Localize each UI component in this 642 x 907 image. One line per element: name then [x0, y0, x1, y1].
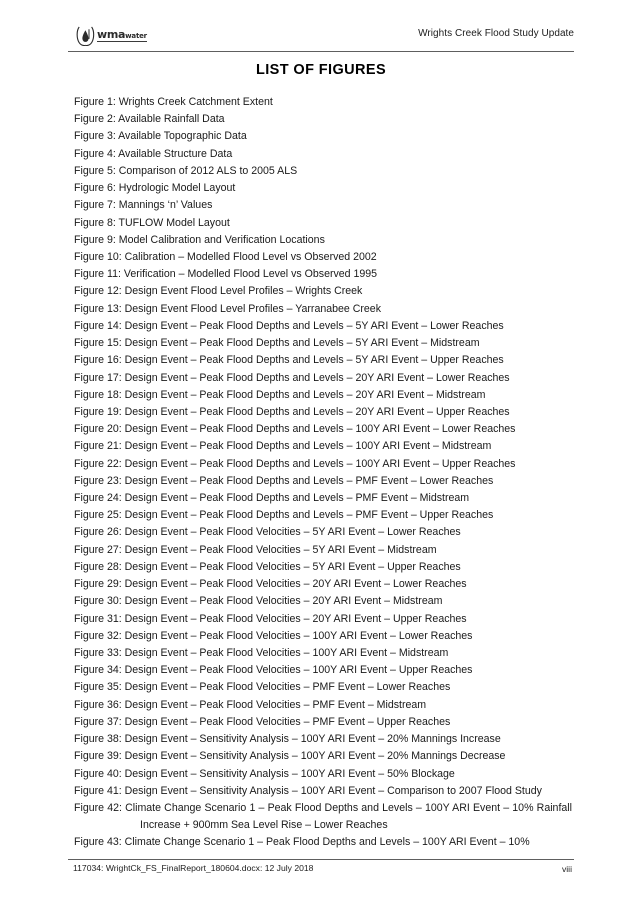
header-divider — [68, 51, 574, 52]
figure-list-item: Figure 21: Design Event – Peak Flood Dep… — [74, 440, 492, 453]
figure-list-item: Figure 29: Design Event – Peak Flood Vel… — [74, 578, 467, 591]
figure-list-item: Figure 9: Model Calibration and Verifica… — [74, 233, 325, 246]
figure-list-item: Figure 38: Design Event – Sensitivity An… — [74, 733, 501, 746]
figure-list-item: Figure 28: Design Event – Peak Flood Vel… — [74, 560, 461, 573]
figure-list-item: Figure 16: Design Event – Peak Flood Dep… — [74, 354, 504, 367]
company-logo: wma water — [76, 24, 147, 46]
logo-text-primary: wma — [97, 27, 126, 41]
logo-text-secondary: water — [125, 31, 147, 40]
figure-list-item: Figure 25: Design Event – Peak Flood Dep… — [74, 509, 494, 522]
figure-list-item: Figure 31: Design Event – Peak Flood Vel… — [74, 612, 467, 625]
figure-list-item: Figure 33: Design Event – Peak Flood Vel… — [74, 647, 449, 659]
header-document-title: Wrights Creek Flood Study Update — [418, 28, 574, 39]
figure-list-item: Figure 23: Design Event – Peak Flood Dep… — [74, 474, 494, 487]
figure-list-item: Figure 26: Design Event – Peak Flood Vel… — [74, 526, 461, 539]
figure-list-item: Figure 35: Design Event – Peak Flood Vel… — [74, 681, 451, 694]
figure-list-item: Figure 14: Design Event – Peak Flood Dep… — [74, 319, 504, 332]
figure-list-item: Figure 11: Verification – Modelled Flood… — [74, 268, 378, 281]
figure-list-item: Figure 30: Design Event – Peak Flood Vel… — [74, 595, 443, 608]
figure-list-item: Figure 41: Design Event – Sensitivity An… — [74, 784, 542, 797]
figure-list-item: Figure 43: Climate Change Scenario 1 – P… — [74, 836, 530, 849]
document-page: wma water Wrights Creek Flood Study Updat… — [0, 0, 642, 907]
figure-list-item: Figure 5: Comparison of 2012 ALS to 2005… — [74, 164, 298, 177]
page-footer: 117034: WrightCk_FS_FinalReport_180604.d… — [68, 863, 574, 879]
figure-list-item: Figure 39: Design Event – Sensitivity An… — [74, 750, 506, 763]
figure-list-item: Figure 3: Available Topographic Data — [74, 130, 247, 143]
figure-list-item: Figure 8: TUFLOW Model Layout — [74, 216, 230, 229]
figure-list-item: Figure 42: Climate Change Scenario 1 – P… — [74, 801, 572, 832]
figure-list-item: Figure 17: Design Event – Peak Flood Dep… — [74, 371, 510, 384]
figure-list-item: Figure 2: Available Rainfall Data — [74, 113, 225, 126]
figure-list-item: Figure 10: Calibration – Modelled Flood … — [74, 250, 377, 263]
figure-list-item: Figure 36: Design Event – Peak Flood Vel… — [74, 698, 427, 711]
figure-list-item: Figure 15: Design Event – Peak Flood Dep… — [74, 337, 480, 350]
figure-list-item: Figure 7: Mannings ‘n’ Values — [74, 199, 213, 212]
logo-wordmark: wma water — [97, 29, 147, 42]
figure-list-item: Figure 27: Design Event – Peak Flood Vel… — [74, 543, 437, 556]
footer-divider — [68, 859, 574, 860]
figure-list-item: Figure 12: Design Event Flood Level Prof… — [74, 285, 363, 298]
figure-list-item: Figure 19: Design Event – Peak Flood Dep… — [74, 405, 510, 418]
figure-list-item: Figure 4: Available Structure Data — [74, 147, 233, 160]
figure-list-item: Figure 6: Hydrologic Model Layout — [74, 182, 236, 195]
figure-list-item: Figure 34: Design Event – Peak Flood Vel… — [74, 664, 473, 677]
page-title: LIST OF FIGURES — [255, 62, 387, 78]
figure-list-item: Figure 1: Wrights Creek Catchment Extent — [74, 96, 273, 108]
figure-list-item: Figure 22: Design Event – Peak Flood Dep… — [74, 457, 516, 470]
figure-list-item: Figure 20: Design Event – Peak Flood Dep… — [74, 423, 516, 436]
page-header: wma water Wrights Creek Flood Study Updat… — [68, 22, 574, 54]
figure-list-item: Figure 13: Design Event Flood Level Prof… — [74, 302, 381, 315]
figure-list-item: Figure 18: Design Event – Peak Flood Dep… — [74, 388, 486, 401]
figure-list-item: Figure 40: Design Event – Sensitivity An… — [74, 767, 455, 780]
figure-list-item: Figure 24: Design Event – Peak Flood Dep… — [74, 492, 470, 505]
figure-list-item: Figure 37: Design Event – Peak Flood Vel… — [74, 715, 451, 728]
footer-page-number: viii — [561, 864, 572, 874]
figure-list-item: Figure 32: Design Event – Peak Flood Vel… — [74, 629, 473, 642]
water-droplet-icon — [76, 26, 95, 46]
footer-document-reference: 117034: WrightCk_FS_FinalReport_180604.d… — [73, 863, 314, 873]
figure-list: Figure 1: Wrights Creek Catchment Extent… — [74, 94, 572, 852]
